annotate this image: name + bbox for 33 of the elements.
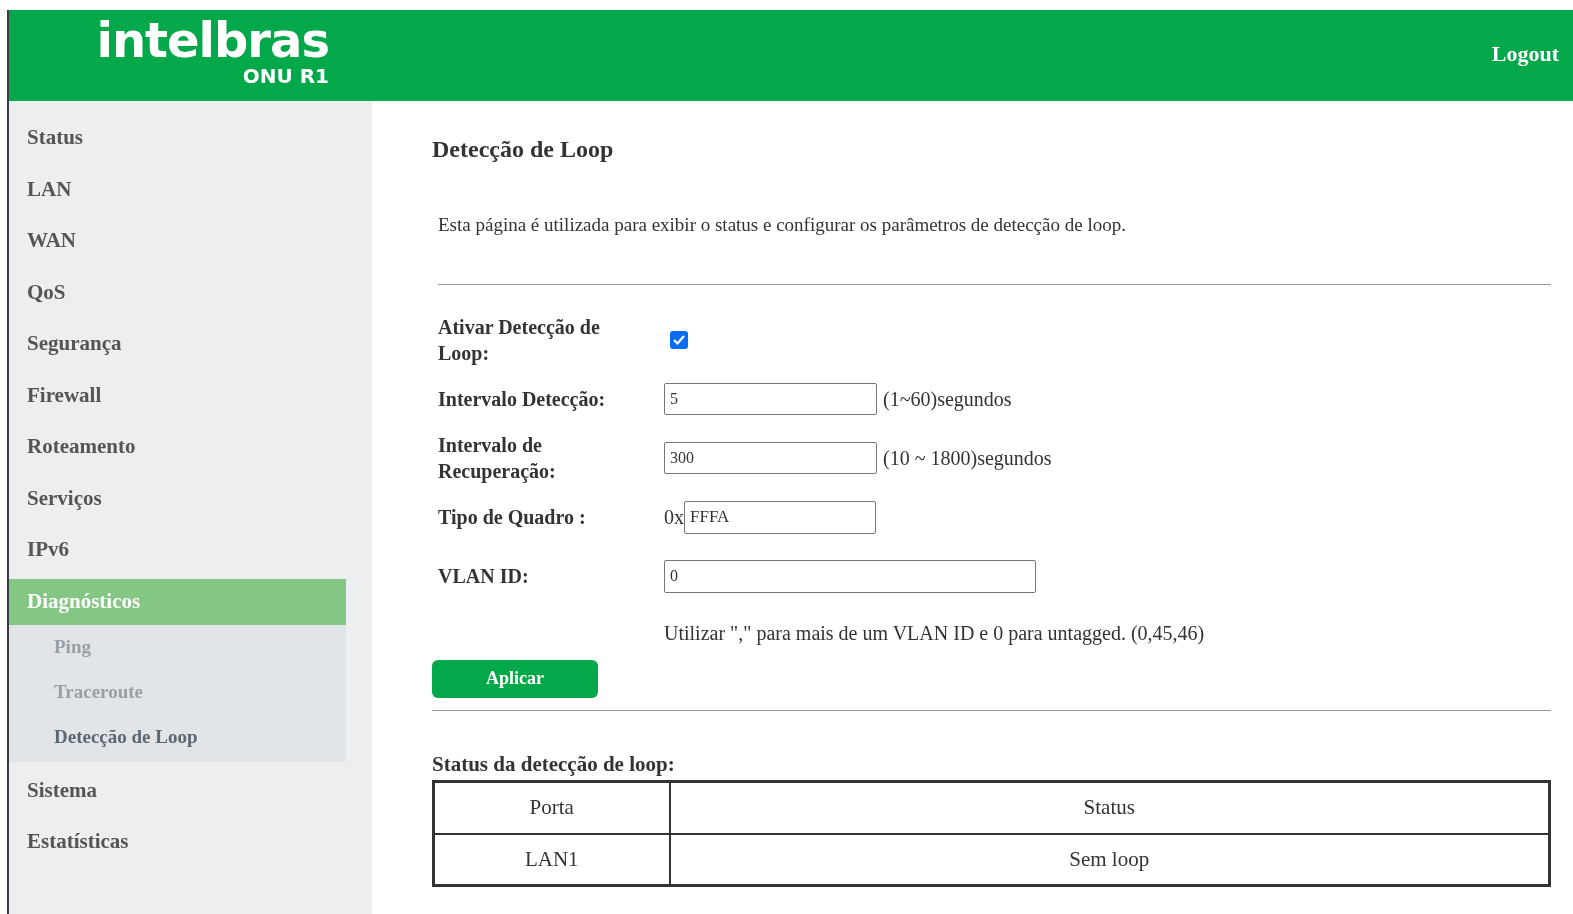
input-field[interactable]: 0 — [664, 559, 1036, 593]
range-hint: (1~60)segundos — [883, 387, 1012, 413]
sidebar-item[interactable]: Firewall — [9, 372, 346, 419]
sidebar-item[interactable]: LAN — [9, 166, 346, 213]
field-label: Intervalo de Recuperação: — [438, 433, 557, 484]
input-field[interactable]: 5 — [664, 383, 877, 415]
sidebar-item[interactable]: IPv6 — [9, 527, 346, 573]
enable-checkbox[interactable] — [670, 331, 688, 349]
checkmark-icon — [673, 335, 685, 345]
model-label: ONU R1 — [242, 64, 329, 88]
hex-prefix: 0x — [664, 505, 684, 530]
sidebar-item[interactable]: Roteamento — [9, 424, 346, 470]
field-label: Ativar Detecção de Loop: — [438, 315, 601, 366]
sidebar-item[interactable]: Serviços — [9, 475, 346, 522]
field-label: Tipo de Quadro : — [438, 505, 587, 530]
field-label: Intervalo Detecção: — [438, 387, 607, 412]
column-header: Porta — [433, 781, 670, 834]
sidebar-item[interactable]: Segurança — [9, 321, 346, 367]
sidebar-item[interactable]: Sistema — [9, 767, 346, 814]
sidebar-item[interactable]: WAN — [9, 218, 346, 264]
input-field[interactable]: 300 — [664, 442, 877, 474]
field-label: VLAN ID: — [438, 564, 530, 589]
page-description: Esta página é utilizada para exibir o status e configurar os parâmetros de detecção de loop. — [438, 213, 1127, 237]
input-field[interactable]: FFFA — [684, 500, 876, 534]
page-title: Detecção de Loop — [432, 135, 615, 164]
range-hint: (10 ~ 1800)segundos — [883, 446, 1052, 472]
submenu-item[interactable]: Detecção de Loop — [9, 714, 346, 760]
vlan-note: Utilizar "," para mais de um VLAN ID e 0 para untagged. (0,45,46) — [664, 620, 1206, 647]
sidebar-item[interactable]: Estatísticas — [9, 819, 346, 865]
sidebar-item[interactable]: Status — [9, 115, 346, 161]
brand-logo: intelbras — [96, 14, 329, 66]
status-heading: Status da detecção de loop: — [432, 750, 676, 778]
sidebar-item[interactable]: QoS — [9, 269, 346, 316]
